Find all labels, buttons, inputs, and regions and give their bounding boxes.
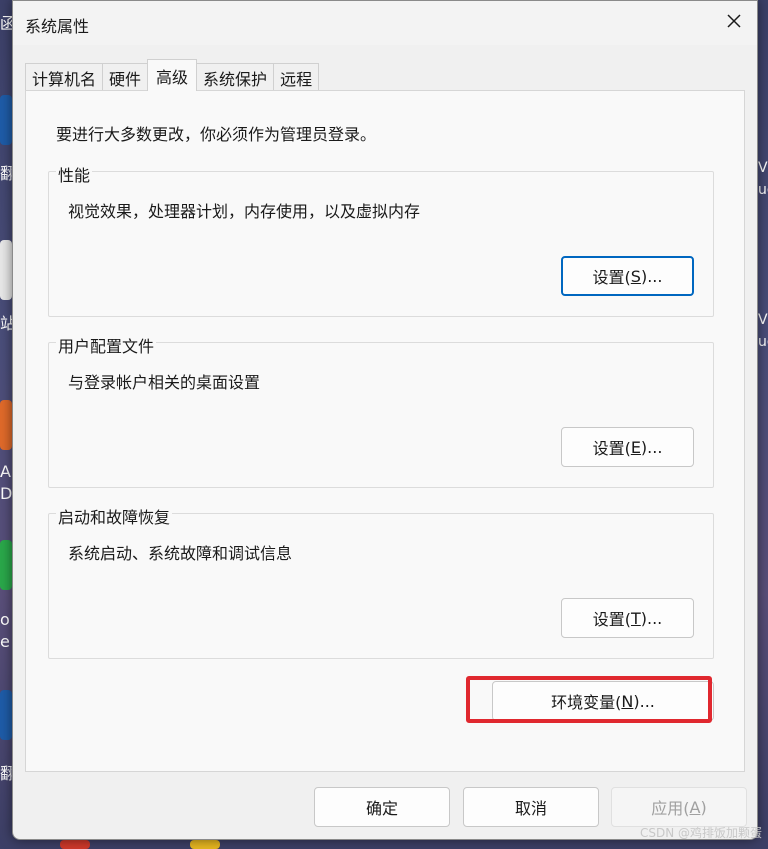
- tab-remote[interactable]: 远程: [273, 63, 320, 91]
- tab-advanced[interactable]: 高级: [147, 59, 198, 91]
- button-label-suffix: )...: [640, 437, 663, 457]
- watermark: CSDN @鸡排饭加颗蛋: [639, 826, 762, 840]
- advanced-tab-panel: 要进行大多数更改，你必须作为管理员登录。 性能 视觉效果，处理器计划，内存使用，…: [25, 90, 745, 772]
- desktop-app-icon[interactable]: [0, 240, 12, 300]
- admin-notice: 要进行大多数更改，你必须作为管理员登录。: [56, 125, 377, 144]
- performance-settings-button[interactable]: 设置(S)...: [561, 256, 694, 296]
- button-label: 设置(: [592, 268, 631, 287]
- user-profiles-description: 与登录帐户相关的桌面设置: [68, 373, 261, 392]
- button-label-suffix: )...: [640, 608, 663, 628]
- desktop-app-icon[interactable]: [0, 400, 12, 450]
- button-label: 设置(: [592, 610, 631, 629]
- desktop-icon-label: o: [0, 610, 10, 629]
- environment-variables-button[interactable]: 环境变量(N)...: [492, 681, 714, 721]
- desktop-icon-label: V: [758, 312, 768, 328]
- apply-button[interactable]: 应用(A): [611, 787, 747, 827]
- system-properties-dialog: 系统属性 计算机名 硬件 高级 系统保护 远程 要进行大多数更改，你必须作为管理…: [12, 0, 758, 840]
- access-key: E: [630, 437, 641, 457]
- button-label: 应用(: [651, 799, 690, 818]
- access-key: S: [630, 266, 641, 286]
- desktop-icon-label: e: [0, 632, 10, 651]
- desktop-app-icon[interactable]: [0, 95, 12, 145]
- user-profiles-legend: 用户配置文件: [56, 333, 157, 357]
- tab-hardware[interactable]: 硬件: [102, 63, 149, 91]
- access-key: T: [630, 608, 641, 628]
- taskbar-app-icon[interactable]: [190, 840, 220, 849]
- close-button[interactable]: [711, 1, 757, 45]
- button-label-suffix: )...: [633, 691, 655, 711]
- startup-recovery-description: 系统启动、系统故障和调试信息: [68, 544, 293, 563]
- performance-group: 性能 视觉效果，处理器计划，内存使用，以及虚拟内存 设置(S)...: [48, 162, 714, 317]
- title-bar[interactable]: 系统属性: [13, 1, 757, 45]
- button-label: 环境变量(: [551, 693, 622, 712]
- desktop-app-icon[interactable]: [0, 690, 12, 740]
- desktop-app-icon[interactable]: [0, 540, 12, 590]
- startup-recovery-group: 启动和故障恢复 系统启动、系统故障和调试信息 设置(T)...: [48, 504, 714, 659]
- performance-description: 视觉效果，处理器计划，内存使用，以及虚拟内存: [68, 202, 421, 221]
- access-key: A: [689, 797, 701, 817]
- user-profiles-group: 用户配置文件 与登录帐户相关的桌面设置 设置(E)...: [48, 333, 714, 488]
- desktop-icon-label: V: [758, 160, 768, 176]
- tab-strip: 计算机名 硬件 高级 系统保护 远程: [25, 59, 320, 91]
- window-title: 系统属性: [25, 17, 90, 36]
- tab-computer-name[interactable]: 计算机名: [25, 63, 104, 91]
- tab-system-protection[interactable]: 系统保护: [196, 63, 275, 91]
- taskbar-app-icon[interactable]: [60, 840, 90, 849]
- access-key: N: [621, 691, 634, 711]
- button-label-suffix: )...: [640, 266, 663, 286]
- cancel-button[interactable]: 取消: [463, 787, 599, 827]
- desktop-icon-label: A: [0, 462, 11, 481]
- user-profiles-settings-button[interactable]: 设置(E)...: [561, 427, 694, 467]
- startup-recovery-settings-button[interactable]: 设置(T)...: [561, 598, 694, 638]
- button-label: 设置(: [592, 439, 631, 458]
- button-label-suffix: ): [700, 797, 707, 817]
- performance-legend: 性能: [56, 162, 93, 186]
- startup-recovery-legend: 启动和故障恢复: [56, 504, 173, 528]
- close-icon: [726, 13, 742, 33]
- desktop-icon-label: uo: [758, 182, 768, 198]
- ok-button[interactable]: 确定: [314, 787, 450, 827]
- desktop-icon-label: uo: [758, 334, 768, 350]
